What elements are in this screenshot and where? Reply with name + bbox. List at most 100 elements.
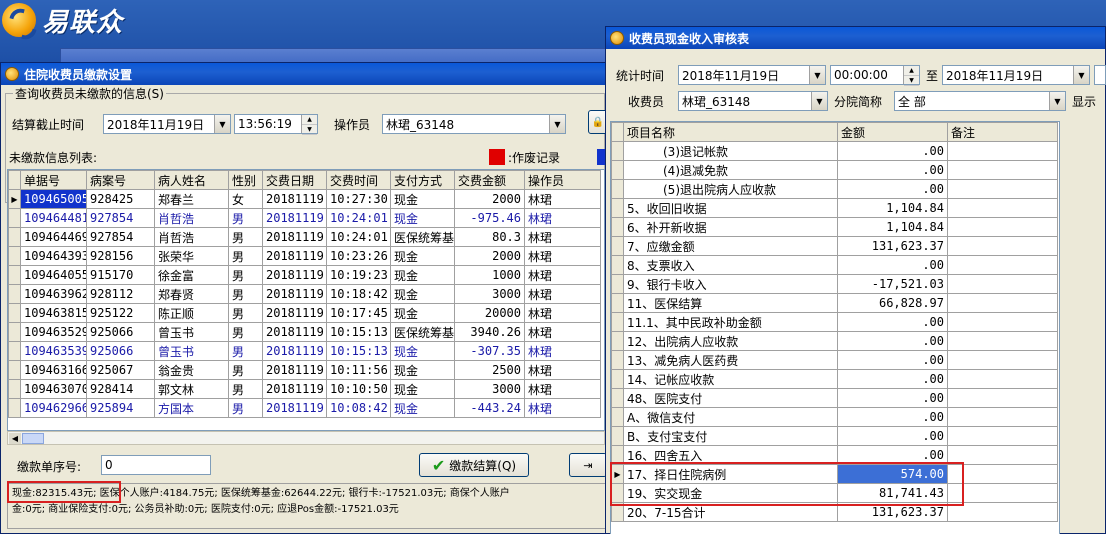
- cell-date: 20181119: [262, 341, 327, 361]
- cell-op: 林珺: [524, 341, 601, 361]
- date-from-picker[interactable]: 2018年11月19日 ▼: [678, 65, 826, 85]
- cell-item: 6、补开新收据: [623, 217, 838, 237]
- table-row[interactable]: 109464393 928156 张荣华男 20181119 10:23:26 现金 200…: [8, 246, 601, 266]
- cashier-value: 林珺_63148: [682, 94, 751, 109]
- chevron-down-icon[interactable]: ▼: [549, 115, 565, 133]
- cell-date: 20181119: [262, 284, 327, 304]
- scroll-thumb[interactable]: [22, 433, 44, 444]
- exit-button[interactable]: ⇥: [569, 453, 607, 477]
- col-header[interactable]: 项目名称: [623, 122, 838, 142]
- operator-select[interactable]: 林珺_63148 ▼: [382, 114, 566, 134]
- settle-time-input[interactable]: 13:56:19 ▲ ▼: [234, 114, 318, 135]
- chevron-down-icon[interactable]: ▼: [214, 115, 230, 133]
- table-row[interactable]: 9、银行卡收入 -17,521.03: [611, 274, 1058, 294]
- date-to-picker[interactable]: 2018年11月19日 ▼: [942, 65, 1090, 85]
- settle-button[interactable]: ✔ 缴款结算(Q): [419, 453, 529, 477]
- chevron-down-icon[interactable]: ▼: [811, 92, 827, 110]
- table-row[interactable]: 109463070 928414 郭文林男 20181119 10:10:50 现金 300…: [8, 379, 601, 399]
- col-header[interactable]: 交费日期: [262, 170, 327, 190]
- cell-pay: 现金: [390, 265, 455, 285]
- time-from-value: 00:00:00: [834, 68, 888, 82]
- col-header[interactable]: 备注: [947, 122, 1058, 142]
- seq-input[interactable]: 0: [101, 455, 211, 475]
- chevron-down-icon[interactable]: ▼: [1049, 92, 1065, 110]
- seq-label: 缴款单序号:: [17, 460, 82, 474]
- col-header[interactable]: 单据号: [20, 170, 87, 190]
- cell-id: 109463070: [20, 379, 87, 399]
- table-row[interactable]: 7、应缴金额 131,623.37: [611, 236, 1058, 256]
- col-header[interactable]: 病人姓名: [154, 170, 229, 190]
- cell-item: 8、支票收入: [623, 255, 838, 275]
- col-header[interactable]: 金额: [837, 122, 948, 142]
- cell-item: (4)退减免款: [623, 160, 838, 180]
- group-title: 查询收费员未缴款的信息(S): [13, 85, 166, 102]
- horizontal-scrollbar[interactable]: ◀: [7, 431, 605, 445]
- table-row[interactable]: 12、出院病人应收款 .00: [611, 331, 1058, 351]
- table-row[interactable]: 109464481 927854 肖哲浩男 20181119 10:24:01 现金 -97…: [8, 208, 601, 228]
- col-header[interactable]: 交费时间: [326, 170, 391, 190]
- cell-pay: 现金: [390, 208, 455, 228]
- time-spinner[interactable]: ▲ ▼: [301, 115, 317, 135]
- cell-name: 方国本: [154, 398, 229, 418]
- table-row[interactable]: 11.1、其中民政补助金额 .00: [611, 312, 1058, 332]
- cell-note: [947, 483, 1058, 503]
- cell-amount: .00: [837, 312, 948, 332]
- cell-amount: .00: [837, 331, 948, 351]
- cell-note: [947, 141, 1058, 161]
- cell-time: 10:19:23: [326, 265, 391, 285]
- table-row[interactable]: 6、补开新收据 1,104.84: [611, 217, 1058, 237]
- table-row[interactable]: (4)退减免款 .00: [611, 160, 1058, 180]
- cashier-select[interactable]: 林珺_63148 ▼: [678, 91, 828, 111]
- cell-amount: 80.3: [454, 227, 525, 247]
- cell-note: [947, 198, 1058, 218]
- cell-sex: 男: [228, 246, 263, 266]
- cell-item: 14、记帐应收款: [623, 369, 838, 389]
- settle-date-picker[interactable]: 2018年11月19日 ▼: [103, 114, 231, 134]
- table-row[interactable]: B、支付宝支付 .00: [611, 426, 1058, 446]
- cell-op: 林珺: [524, 227, 601, 247]
- title-bar: 收费员现金收入审核表: [606, 27, 1105, 49]
- cell-note: [947, 179, 1058, 199]
- col-header[interactable]: 支付方式: [390, 170, 455, 190]
- table-row[interactable]: 109463529 925066 曾玉书男 20181119 10:15:13 医保统筹基…: [8, 322, 601, 342]
- table-row[interactable]: 109463166 925067 翁金贵男 20181119 10:11:56 现金 250…: [8, 360, 601, 380]
- table-row[interactable]: 8、支票收入 .00: [611, 255, 1058, 275]
- table-row[interactable]: 109463962 928112 郑春贤男 20181119 10:18:42 现金 300…: [8, 284, 601, 304]
- table-row[interactable]: 109462966 925894 方国本男 20181119 10:08:42 现金 -44…: [8, 398, 601, 418]
- time-spinner[interactable]: ▲ ▼: [903, 66, 919, 86]
- cell-op: 林珺: [524, 379, 601, 399]
- cell-time: 10:15:13: [326, 322, 391, 342]
- time-from-input[interactable]: 00:00:00 ▲ ▼: [830, 65, 920, 86]
- cell-note: [947, 426, 1058, 446]
- table-row[interactable]: 13、减免病人医药费 .00: [611, 350, 1058, 370]
- cell-item: 9、银行卡收入: [623, 274, 838, 294]
- chevron-down-icon[interactable]: ▼: [1073, 66, 1089, 84]
- chevron-down-icon[interactable]: ▼: [809, 66, 825, 84]
- table-row[interactable]: 109463815 925122 陈正顺男 20181119 10:17:45 现金 200…: [8, 303, 601, 323]
- col-header[interactable]: 性别: [228, 170, 263, 190]
- cell-id: 109462966: [20, 398, 87, 418]
- table-row[interactable]: 5、收回旧收据 1,104.84: [611, 198, 1058, 218]
- table-row[interactable]: (5)退出院病人应收款 .00: [611, 179, 1058, 199]
- table-row[interactable]: 48、医院支付 .00: [611, 388, 1058, 408]
- table-row[interactable]: 109463539 925066 曾玉书男 20181119 10:15:13 现金 -30…: [8, 341, 601, 361]
- branch-select[interactable]: 全 部 ▼: [894, 91, 1066, 111]
- col-header[interactable]: 操作员: [524, 170, 601, 190]
- table-row[interactable]: 109464055 915170 徐金富男 20181119 10:19:23 现金 100…: [8, 265, 601, 285]
- cell-amount: 2000: [454, 189, 525, 209]
- cell-amount: .00: [837, 350, 948, 370]
- table-row[interactable]: ▶ 109465005 928425 郑春兰女 20181119 10:27:30 现金 20…: [8, 189, 601, 209]
- scroll-left-icon[interactable]: ◀: [9, 433, 21, 444]
- col-header[interactable]: 病案号: [86, 170, 155, 190]
- table-row[interactable]: (3)退记帐款 .00: [611, 141, 1058, 161]
- table-header: 项目名称 金额 备注: [611, 122, 1058, 142]
- col-header[interactable]: 交费金额: [454, 170, 525, 190]
- void-legend-text: :作废记录: [508, 151, 561, 165]
- table-row[interactable]: 109464469 927854 肖哲浩男 20181119 10:24:01 医保统筹基…: [8, 227, 601, 247]
- table-row[interactable]: 14、记帐应收款 .00: [611, 369, 1058, 389]
- table-row[interactable]: 11、医保结算 66,828.97: [611, 293, 1058, 313]
- table-row[interactable]: A、微信支付 .00: [611, 407, 1058, 427]
- cell-name: 翁金贵: [154, 360, 229, 380]
- time-to-input[interactable]: [1094, 65, 1106, 85]
- cell-date: 20181119: [262, 379, 327, 399]
